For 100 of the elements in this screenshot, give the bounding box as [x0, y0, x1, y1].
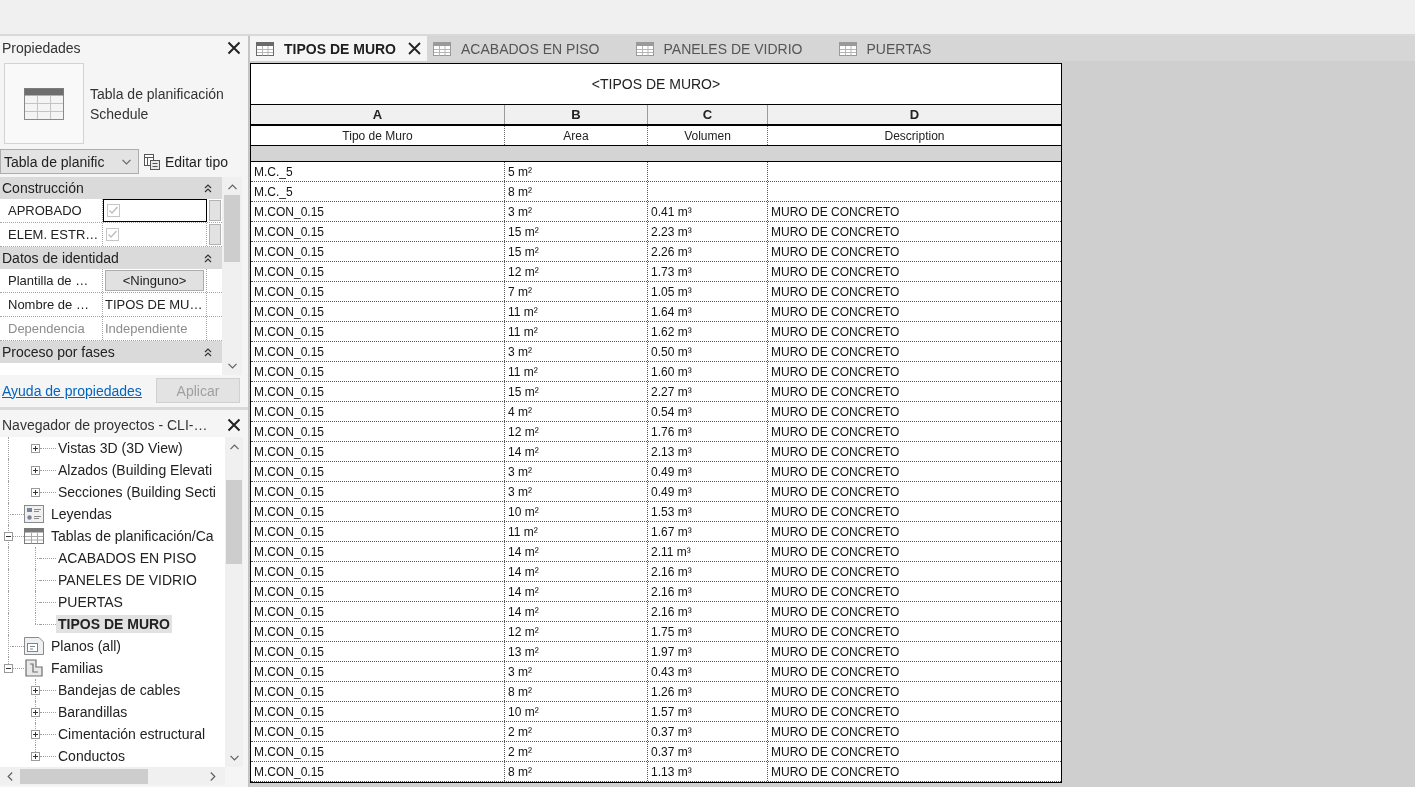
scroll-right-icon[interactable] [210, 771, 216, 781]
table-cell-text: MURO DE CONCRETO [770, 403, 901, 421]
table-cell: 1.75 m³ [648, 622, 768, 641]
column-letter[interactable]: D [768, 105, 1061, 124]
table-cell: M.CON_0.15 [251, 242, 505, 261]
horizontal-scrollbar[interactable] [0, 767, 225, 785]
view-tab[interactable]: PANELES DE VIDRIO [629, 36, 833, 61]
table-cell-text: MURO DE CONCRETO [770, 423, 901, 441]
tree-item[interactable]: ACABADOS EN PISO [56, 549, 199, 567]
table-cell: 0.37 m³ [648, 742, 768, 761]
schedule-preview-icon [4, 63, 84, 144]
view-tab[interactable]: ACABADOS EN PISO [427, 36, 630, 61]
checkbox[interactable] [107, 204, 120, 217]
type-name: Tabla de planificación [90, 84, 224, 104]
tree-item[interactable]: PUERTAS [56, 593, 125, 611]
table-cell-text: MURO DE CONCRETO [770, 643, 901, 661]
table-cell-text: MURO DE CONCRETO [770, 263, 901, 281]
close-icon[interactable] [227, 418, 241, 432]
table-cell: 3 m² [505, 342, 648, 361]
tree-item[interactable]: Barandillas [56, 703, 130, 721]
vertical-scrollbar[interactable] [222, 177, 242, 375]
tree-item[interactable]: PANELES DE VIDRIO [56, 571, 199, 589]
scrollbar-thumb[interactable] [226, 480, 242, 564]
expand-plus-icon[interactable] [31, 487, 40, 497]
property-group-header[interactable]: Proceso por fases [0, 341, 222, 363]
tree-item[interactable]: TIPOS DE MURO [56, 615, 172, 633]
table-cell: 3 m² [505, 202, 648, 221]
table-cell: 8 m² [505, 682, 648, 701]
table-cell-text: MURO DE CONCRETO [770, 383, 901, 401]
tree-item[interactable]: Conductos [56, 747, 127, 765]
property-name: APROBADO [0, 199, 103, 222]
schedule-icon [433, 41, 451, 56]
property-group-header[interactable]: Construcción [0, 177, 222, 199]
scroll-down-icon[interactable] [229, 755, 239, 761]
close-icon[interactable] [408, 42, 421, 55]
expand-plus-icon[interactable] [31, 465, 40, 475]
table-cell: M.CON_0.15 [251, 562, 505, 581]
tree-item[interactable]: Secciones (Building Secti [56, 483, 218, 501]
tree-item[interactable]: Tablas de planificación/Ca [49, 527, 216, 545]
collapse-chevron-icon[interactable] [204, 347, 212, 357]
column-letter[interactable]: B [505, 105, 648, 124]
view-tab[interactable]: PUERTAS [832, 36, 962, 61]
table-cell: 1.64 m³ [648, 302, 768, 321]
expand-plus-icon[interactable] [31, 751, 40, 761]
table-cell: M.CON_0.15 [251, 682, 505, 701]
table-cell: 1.53 m³ [648, 502, 768, 521]
scroll-up-icon[interactable] [229, 444, 239, 450]
property-group-header[interactable]: Datos de identidad [0, 247, 222, 269]
panel-title: Propiedades [2, 40, 81, 56]
column-letter[interactable]: C [648, 105, 768, 124]
property-value-cell[interactable] [103, 223, 207, 246]
scrollbar-thumb[interactable] [20, 768, 148, 784]
table-cell: M.CON_0.15 [251, 462, 505, 481]
table-cell: M.CON_0.15 [251, 342, 505, 361]
scroll-left-icon[interactable] [7, 771, 13, 781]
type-dropdown[interactable]: Tabla de planific [0, 149, 139, 174]
column-header: Volumen [648, 126, 768, 145]
table-cell: M.CON_0.15 [251, 582, 505, 601]
expand-plus-icon[interactable] [31, 729, 40, 739]
property-value-cell[interactable] [103, 199, 207, 222]
tree-item[interactable]: Cimentación estructural [56, 725, 208, 743]
expand-plus-icon[interactable] [31, 685, 40, 695]
expand-plus-icon[interactable] [31, 707, 40, 717]
collapse-minus-icon[interactable] [4, 663, 13, 673]
table-cell: 4 m² [505, 402, 648, 421]
table-cell: M.CON_0.15 [251, 702, 505, 721]
table-cell: 14 m² [505, 562, 648, 581]
vertical-scrollbar[interactable] [225, 437, 243, 767]
collapse-minus-icon[interactable] [4, 531, 13, 541]
collapse-chevron-icon[interactable] [204, 183, 212, 193]
table-cell: 1.13 m³ [648, 762, 768, 781]
scroll-up-icon[interactable] [227, 184, 237, 190]
column-letter[interactable]: A [251, 105, 505, 124]
checkbox[interactable] [106, 228, 119, 241]
table-cell: 3 m² [505, 482, 648, 501]
edit-type-button[interactable]: Editar tipo [144, 153, 229, 170]
table-cell: M.CON_0.15 [251, 742, 505, 761]
template-button[interactable]: <Ninguno> [105, 270, 204, 291]
table-cell: 15 m² [505, 382, 648, 401]
table-cell: 5 m² [505, 162, 648, 181]
close-icon[interactable] [227, 41, 241, 55]
table-cell: M.CON_0.15 [251, 222, 505, 241]
tree-item[interactable]: Planos (all) [49, 637, 124, 655]
table-cell: M.CON_0.15 [251, 662, 505, 681]
expand-plus-icon[interactable] [31, 443, 40, 453]
view-tab[interactable]: TIPOS DE MURO [250, 36, 427, 61]
tree-item[interactable]: Leyendas [49, 505, 114, 523]
scroll-down-icon[interactable] [227, 363, 237, 369]
help-link[interactable]: Ayuda de propiedades [2, 382, 142, 399]
table-cell: M.CON_0.15 [251, 522, 505, 541]
tree-item[interactable]: Familias [49, 659, 106, 677]
tree-item[interactable]: Bandejas de cables [56, 681, 183, 699]
column-header: Description [883, 127, 946, 145]
table-cell: 2.11 m³ [648, 542, 768, 561]
edit-type-icon [144, 153, 160, 170]
scrollbar-thumb[interactable] [224, 195, 240, 262]
tree-item[interactable]: Alzados (Building Elevati [56, 461, 215, 479]
property-value[interactable]: TIPOS DE MU… [103, 293, 207, 316]
tree-item[interactable]: Vistas 3D (3D View) [56, 439, 185, 457]
collapse-chevron-icon[interactable] [204, 253, 212, 263]
